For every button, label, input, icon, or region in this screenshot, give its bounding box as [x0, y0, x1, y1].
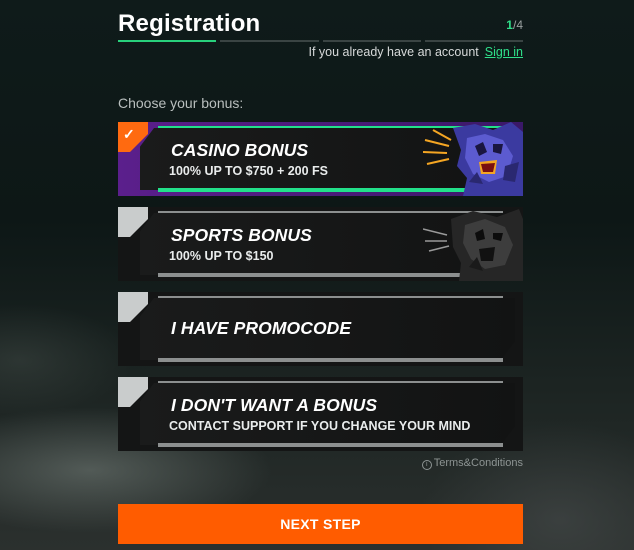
step-current: 1 [506, 18, 513, 32]
sign-in-link[interactable]: Sign in [485, 45, 523, 59]
bonus-title: SPORTS BONUS [171, 225, 312, 245]
progress-segment-1 [118, 40, 217, 42]
step-total: /4 [512, 18, 523, 32]
card-stripe [158, 358, 503, 362]
terms-link[interactable]: i Terms&Conditions [421, 457, 523, 470]
tiger-icon [423, 209, 523, 281]
bonus-option-none[interactable]: I DON'T WANT A BONUS CONTACT SUPPORT IF … [118, 377, 523, 451]
bonus-option-casino[interactable]: ✓ CASINO BONUS 100% UP TO $750 + 200 FS [118, 122, 523, 196]
card-stripe [158, 443, 503, 447]
step-progress-bar [118, 40, 523, 42]
bonus-option-sports[interactable]: SPORTS BONUS 100% UP TO $150 [118, 207, 523, 281]
progress-segment-3 [322, 40, 421, 42]
choose-bonus-label: Choose your bonus: [118, 95, 244, 111]
tiger-roar-icon [423, 122, 523, 196]
check-icon: ✓ [123, 126, 135, 142]
progress-segment-2 [220, 40, 319, 42]
terms-label: Terms&Conditions [433, 457, 523, 469]
next-step-button[interactable]: NEXT STEP [118, 504, 523, 544]
bonus-option-promocode[interactable]: I HAVE PROMOCODE [118, 292, 523, 366]
info-icon: i [421, 460, 432, 470]
progress-segment-4 [424, 40, 523, 42]
bonus-subtitle: CONTACT SUPPORT IF YOU CHANGE YOUR MIND [169, 419, 471, 433]
bonus-subtitle: 100% UP TO $750 + 200 FS [169, 164, 329, 178]
bonus-title: I DON'T WANT A BONUS [171, 395, 378, 415]
bonus-title: I HAVE PROMOCODE [171, 318, 352, 338]
step-indicator: 1/4 [506, 18, 523, 32]
sign-in-prompt: If you already have an account Sign in [309, 45, 524, 59]
account-prompt-text: If you already have an account [308, 45, 479, 59]
bonus-title: CASINO BONUS [171, 140, 309, 160]
page-title: Registration [118, 10, 261, 37]
bonus-subtitle: 100% UP TO $150 [169, 249, 274, 263]
